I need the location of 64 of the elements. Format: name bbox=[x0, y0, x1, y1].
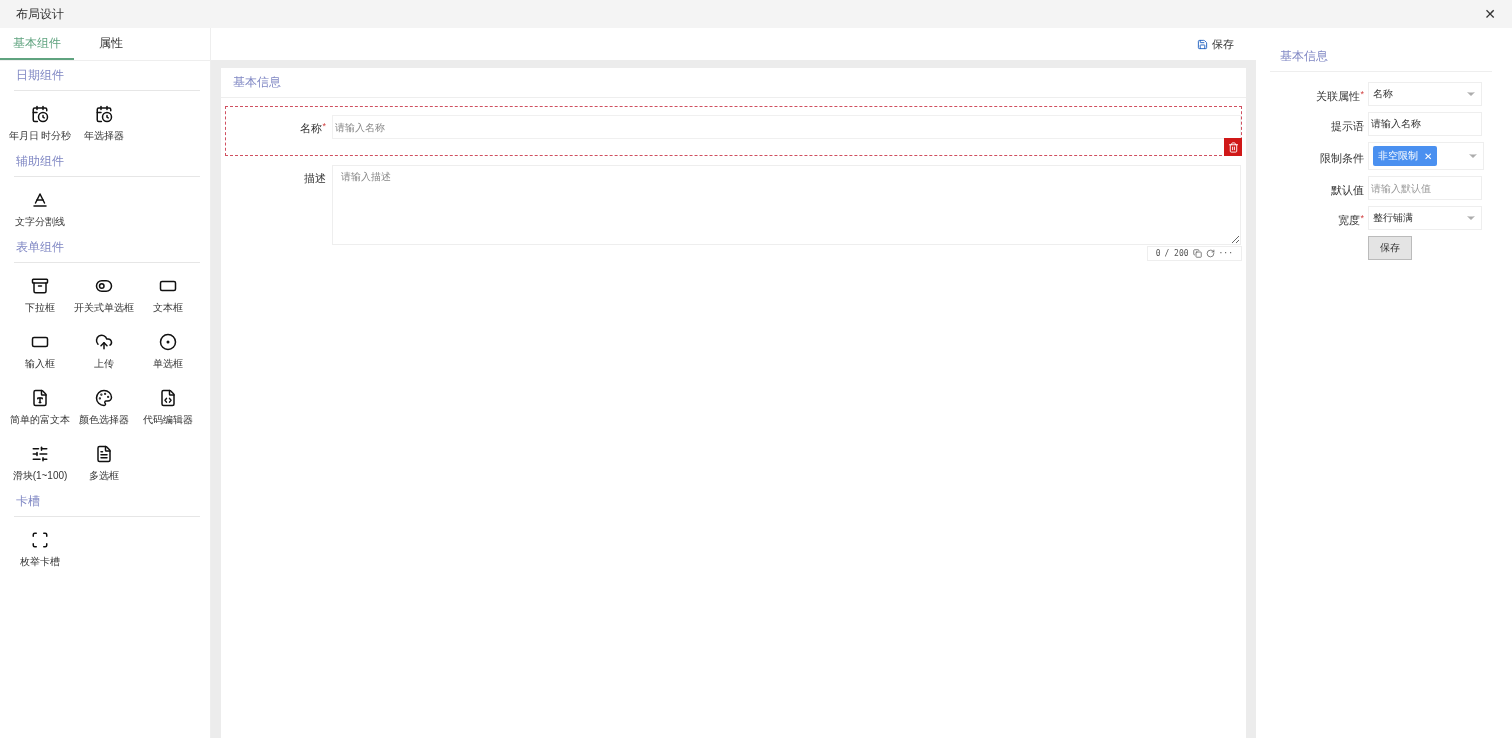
section-title: 日期组件 bbox=[14, 61, 200, 91]
component-icon bbox=[159, 389, 177, 407]
textarea-field[interactable]: 请输入描述 bbox=[332, 165, 1241, 245]
component-item[interactable]: 上传 bbox=[72, 329, 136, 375]
select-field[interactable]: 整行铺满 bbox=[1368, 206, 1482, 230]
component-icon bbox=[95, 445, 113, 463]
refresh-icon[interactable] bbox=[1205, 249, 1215, 258]
component-item[interactable]: 下拉框 bbox=[8, 273, 72, 319]
field-label: 限制条件 bbox=[1320, 151, 1364, 164]
char-count: 0 bbox=[1155, 249, 1161, 258]
required-mark: * bbox=[322, 121, 326, 131]
save-icon bbox=[1197, 38, 1208, 50]
component-item[interactable]: 简单的富文本 bbox=[8, 385, 72, 431]
component-item[interactable]: 枚举卡槽 bbox=[8, 527, 72, 573]
component-item[interactable]: 开关式单选框 bbox=[72, 273, 136, 319]
select-field[interactable]: 名称 bbox=[1368, 82, 1482, 106]
save-button[interactable]: 保存 bbox=[1191, 35, 1240, 53]
component-icon bbox=[31, 531, 49, 549]
tag-label: 非空限制 bbox=[1378, 149, 1418, 163]
component-icon bbox=[31, 277, 49, 295]
component-item[interactable]: 文本框 bbox=[136, 273, 200, 319]
component-icon bbox=[95, 105, 113, 123]
field-label: 关联属性 bbox=[1316, 89, 1361, 102]
component-item[interactable]: 年选择器 bbox=[72, 101, 136, 147]
input-field[interactable]: 请输入默认值 bbox=[1368, 176, 1482, 200]
required-mark: * bbox=[1360, 88, 1364, 99]
component-item[interactable]: 多选框 bbox=[72, 441, 136, 487]
field-label: 描述 bbox=[304, 172, 326, 184]
card-title: 基本信息 bbox=[221, 68, 1246, 98]
more-button[interactable]: ··· bbox=[1218, 249, 1233, 258]
component-icon bbox=[31, 389, 49, 407]
component-icon bbox=[159, 333, 177, 351]
component-icon bbox=[31, 445, 49, 463]
close-button[interactable]: ✕ bbox=[1480, 6, 1500, 22]
window-title: 布局设计 bbox=[16, 5, 64, 23]
field-label: 宽度 bbox=[1338, 213, 1361, 226]
section-title: 辅助组件 bbox=[14, 147, 200, 177]
panel-title: 基本信息 bbox=[1270, 42, 1492, 72]
component-icon bbox=[95, 277, 113, 295]
section-title: 表单组件 bbox=[14, 233, 200, 263]
tab[interactable]: 属性 bbox=[74, 28, 148, 60]
component-item[interactable]: 年月日 时分秒 bbox=[8, 101, 72, 147]
field-label: 提示语 bbox=[1331, 119, 1364, 132]
save-button[interactable]: 保存 bbox=[1368, 236, 1412, 260]
component-item[interactable]: 代码编辑器 bbox=[136, 385, 200, 431]
component-icon bbox=[31, 191, 49, 209]
component-item[interactable]: 颜色选择器 bbox=[72, 385, 136, 431]
field-label: 名称 bbox=[300, 122, 323, 134]
char-limit: / 200 bbox=[1164, 249, 1189, 258]
section-title: 卡槽 bbox=[14, 487, 200, 517]
component-item[interactable]: 单选框 bbox=[136, 329, 200, 375]
delete-button[interactable] bbox=[1224, 138, 1242, 156]
required-mark: * bbox=[1360, 212, 1364, 223]
component-item[interactable]: 滑块(1~100) bbox=[8, 441, 72, 487]
copy-icon[interactable] bbox=[1192, 249, 1202, 258]
input-field[interactable]: 请输入名称 bbox=[332, 115, 1241, 139]
component-icon bbox=[95, 333, 113, 351]
field-label: 默认值 bbox=[1331, 183, 1364, 196]
component-item[interactable]: 输入框 bbox=[8, 329, 72, 375]
component-icon bbox=[31, 105, 49, 123]
input-field[interactable]: 请输入名称 bbox=[1368, 112, 1482, 136]
component-item[interactable]: 文字分割线 bbox=[8, 187, 72, 233]
component-icon bbox=[95, 389, 113, 407]
trash-icon bbox=[1227, 141, 1239, 153]
